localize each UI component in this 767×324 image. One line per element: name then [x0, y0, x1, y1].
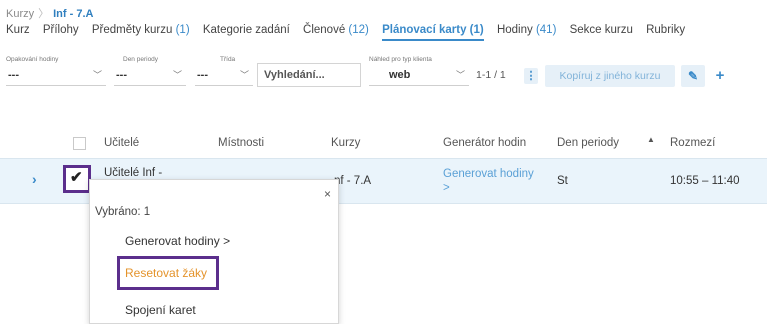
table-header: Učitelé Místnosti Kurzy Generátor hodin … [0, 128, 767, 158]
breadcrumb-separator: 〉 [38, 8, 50, 20]
cell-range: 10:55 – 11:40 [670, 175, 740, 187]
menu-item-merge-cards[interactable]: Spojení karet [125, 303, 196, 317]
tab-prilohy[interactable]: Přílohy [43, 24, 79, 39]
more-options-icon[interactable]: ⋮ [524, 68, 538, 84]
tab-hodiny[interactable]: Hodiny (41) [497, 24, 556, 39]
tab-predmety-kurzu[interactable]: Předměty kurzu (1) [92, 24, 190, 39]
tab-kurz[interactable]: Kurz [6, 24, 30, 39]
chevron-down-icon: ﹀ [172, 70, 182, 80]
chevron-down-icon: ﹀ [455, 70, 465, 80]
close-icon[interactable]: × [324, 187, 331, 201]
row-checkbox[interactable]: ✔ [63, 165, 91, 193]
cell-course: nf - 7.A [334, 175, 372, 187]
menu-item-reset-students[interactable]: Resetovat žáky [125, 266, 207, 280]
column-header-mistnosti[interactable]: Místnosti [218, 128, 264, 158]
filter-class-select[interactable]: --- ﹀ [195, 64, 253, 86]
filter-period-day-select[interactable]: --- ﹀ [114, 64, 186, 86]
breadcrumb-current: Inf - 7.A [53, 8, 94, 20]
chevron-down-icon: ﹀ [239, 70, 249, 80]
column-header-ucitele[interactable]: Učitelé [104, 128, 139, 158]
checkmark-icon: ✔ [70, 169, 83, 186]
bulk-actions-popup: × Vybráno: 1 Generovat hodiny > Resetova… [89, 179, 339, 324]
chevron-down-icon: ﹀ [92, 70, 102, 80]
tab-clenove[interactable]: Členové (12) [303, 24, 369, 39]
breadcrumb: Kurzy 〉 Inf - 7.A [6, 5, 93, 21]
select-all-checkbox[interactable] [73, 137, 86, 150]
column-header-kurzy[interactable]: Kurzy [331, 128, 360, 158]
cell-day: St [557, 175, 568, 187]
generate-lessons-link[interactable]: Generovat hodiny > [443, 167, 534, 195]
menu-item-generate-lessons[interactable]: Generovat hodiny > [125, 234, 230, 248]
sort-asc-icon[interactable]: ▲ [647, 135, 655, 144]
filter-period-day-label: Den periody [123, 56, 159, 63]
pagination-info: 1-1 / 1 [476, 69, 506, 81]
filter-repeat-select[interactable]: --- ﹀ [6, 64, 106, 86]
column-header-den-periody[interactable]: Den periody [557, 128, 619, 158]
filter-class-label: Třída [220, 56, 236, 63]
filter-repeat-label: Opakování hodiny [6, 56, 59, 63]
tab-bar: Kurz Přílohy Předměty kurzu (1) Kategori… [6, 24, 695, 46]
tab-rubriky[interactable]: Rubriky [646, 24, 685, 39]
column-header-rozmezi[interactable]: Rozmezí [670, 128, 715, 158]
copy-from-course-button[interactable]: Kopíruj z jiného kurzu [545, 65, 675, 87]
column-header-generator[interactable]: Generátor hodin [443, 128, 526, 158]
edit-icon[interactable]: ✎ [681, 65, 705, 87]
selected-count: Vybráno: 1 [95, 206, 151, 218]
client-view-select[interactable]: web ﹀ [369, 64, 469, 86]
tab-kategorie-zadani[interactable]: Kategorie zadání [203, 24, 290, 39]
expand-row-icon[interactable]: › [32, 171, 37, 187]
tab-planovaci-karty[interactable]: Plánovací karty (1) [382, 24, 484, 41]
search-input[interactable]: Vyhledání... [257, 63, 361, 87]
tab-sekce-kurzu[interactable]: Sekce kurzu [570, 24, 633, 39]
breadcrumb-root[interactable]: Kurzy [6, 8, 34, 20]
client-view-label: Náhled pro typ klienta [369, 56, 432, 63]
add-icon[interactable]: + [708, 65, 732, 87]
